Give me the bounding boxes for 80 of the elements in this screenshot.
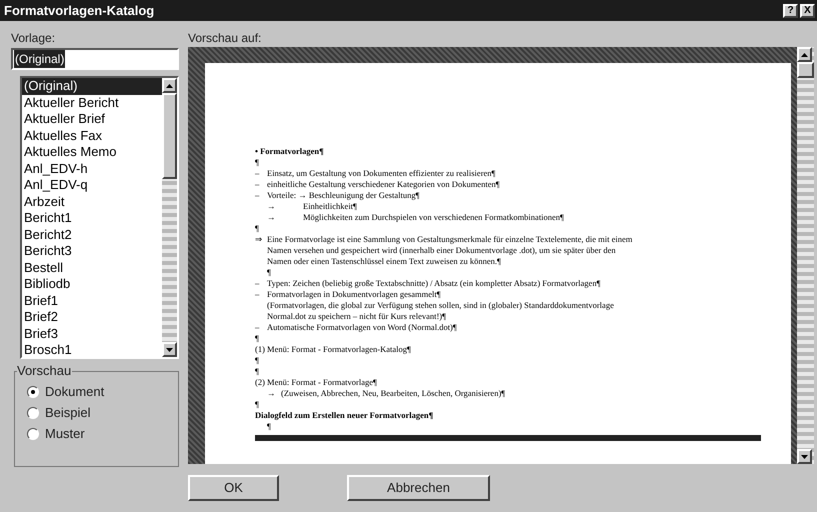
radio-button[interactable]: [27, 428, 39, 440]
radio-label[interactable]: Beispiel: [45, 405, 91, 421]
preview-scrollbar[interactable]: [797, 47, 814, 464]
bullet-marker: ⇒: [255, 234, 264, 245]
list-item[interactable]: Aktueller Brief: [22, 111, 162, 128]
document-line: Normal.dot zu speichern – nicht für Kurs relevant!)¶: [267, 311, 446, 322]
ok-button[interactable]: OK: [188, 475, 279, 501]
document-line: ¶: [255, 157, 259, 168]
scrollbar[interactable]: [162, 78, 177, 357]
scroll-thumb[interactable]: [162, 93, 177, 179]
scroll-up-button[interactable]: [797, 47, 812, 62]
radio-label[interactable]: Dokument: [45, 384, 104, 400]
arrow-marker: →: [267, 388, 276, 399]
bullet-marker: –: [255, 322, 260, 333]
document-line: ¶: [255, 355, 259, 366]
document-line: Automatische Formatvorlagen von Word (Normal.dot)¶: [267, 322, 457, 333]
radio-button[interactable]: [27, 386, 39, 398]
up-arrow-icon: [801, 52, 808, 56]
list-item[interactable]: Brief3: [22, 326, 162, 342]
list-item[interactable]: Bestell: [22, 260, 162, 276]
document-line: Einheitlichkeit¶: [303, 201, 357, 212]
document-line: (2) Menü: Format - Formatvorlage¶: [255, 377, 377, 388]
list-item[interactable]: Aktuelles Fax: [22, 128, 162, 144]
list-item[interactable]: Bibliodb: [22, 276, 162, 292]
window-title: Formatvorlagen-Katalog: [4, 2, 154, 20]
list-item[interactable]: Aktueller Bericht: [22, 94, 162, 111]
scroll-down-button[interactable]: [797, 449, 812, 464]
document-line: Formatvorlagen in Dokumentvorlagen gesammelt¶: [267, 289, 441, 300]
bullet-marker: –: [255, 168, 260, 179]
preview-label: Vorschau auf:: [188, 30, 262, 47]
scroll-thumb[interactable]: [797, 62, 814, 78]
list-item[interactable]: Bericht2: [22, 226, 162, 243]
document-line: Typen: Zeichen (beliebig große Textabschnitte) / Absatz (ein kompletter Absatz) Formatvorlagen¶: [267, 278, 600, 289]
document-line: einheitliche Gestaltung verschiedener Kategorien von Dokumenten¶: [267, 179, 500, 190]
list-item[interactable]: Arbzeit: [22, 194, 162, 210]
arrow-marker: →: [267, 201, 276, 212]
document-line: ¶: [255, 399, 259, 410]
help-button[interactable]: ?: [783, 4, 798, 18]
arrow-marker: →: [267, 212, 276, 223]
document-line: ¶: [267, 421, 271, 432]
document-heading: Dialogfeld zum Erstellen neuer Formatvorlagen¶: [255, 410, 434, 421]
cancel-button[interactable]: Abbrechen: [347, 475, 490, 501]
document-heading: • Formatvorlagen¶: [255, 146, 324, 157]
document-line: ¶: [255, 223, 259, 234]
template-label: Vorlage:: [11, 30, 56, 46]
list-item[interactable]: Brief1: [22, 292, 162, 309]
document-line: Namen versehen und gespeichert wird (innerhalb einer Dokumentvorlage .dot), um sie später über den: [267, 245, 616, 256]
list-item[interactable]: Anl_EDV-q: [22, 177, 162, 194]
radio-button[interactable]: [27, 407, 39, 419]
list-item[interactable]: Anl_EDV-h: [22, 160, 162, 177]
document-line: ¶: [267, 267, 271, 278]
document-line: Einsatz, um Gestaltung von Dokumenten effizienter zu realisieren¶: [267, 168, 496, 179]
list-item[interactable]: Aktuelles Memo: [22, 144, 162, 160]
scroll-up-button[interactable]: [162, 78, 177, 93]
document-line: (1) Menü: Format - Formatvorlagen-Katalog¶: [255, 344, 411, 355]
document-line: Namen oder einen Tastenschlüssel einem Text zuweisen zu können.¶: [267, 256, 501, 267]
up-arrow-icon: [166, 84, 173, 88]
list-item[interactable]: Brief2: [22, 309, 162, 326]
document-line: (Formatvorlagen, die global zur Verfügung stehen sollen, sind in (globaler) Standarddokumentvorlage: [267, 300, 614, 311]
field-value: (Original): [14, 50, 66, 68]
scroll-down-button[interactable]: [162, 342, 177, 357]
document-line: Möglichkeiten zum Durchspielen von verschiedenen Formatkombinationen¶: [303, 212, 564, 223]
bullet-marker: –: [255, 289, 260, 300]
list-item[interactable]: Bericht1: [22, 210, 162, 226]
list-item[interactable]: Brosch1: [22, 342, 162, 358]
list-item[interactable]: (Original): [22, 78, 162, 94]
close-button[interactable]: X: [800, 4, 815, 18]
document-line: Vorteile: → Beschleunigung der Gestaltung¶: [267, 190, 420, 201]
document-line: (Zuweisen, Abbrechen, Neu, Bearbeiten, Löschen, Organisieren)¶: [281, 388, 506, 399]
bullet-marker: –: [255, 179, 260, 190]
list-item[interactable]: Bericht3: [22, 243, 162, 260]
document-line: ¶: [255, 366, 259, 377]
bullet-marker: –: [255, 278, 260, 289]
down-arrow-icon: [166, 348, 173, 352]
template-field[interactable]: (Original): [11, 48, 179, 70]
down-arrow-icon: [801, 454, 808, 458]
document-line: ¶: [255, 333, 259, 344]
document-line: Eine Formatvorlage ist eine Sammlung von Gestaltungsmerkmale für einzelne Textelemente, die mit einem: [267, 234, 632, 245]
radio-label[interactable]: Muster: [45, 426, 85, 442]
bullet-marker: –: [255, 190, 260, 201]
